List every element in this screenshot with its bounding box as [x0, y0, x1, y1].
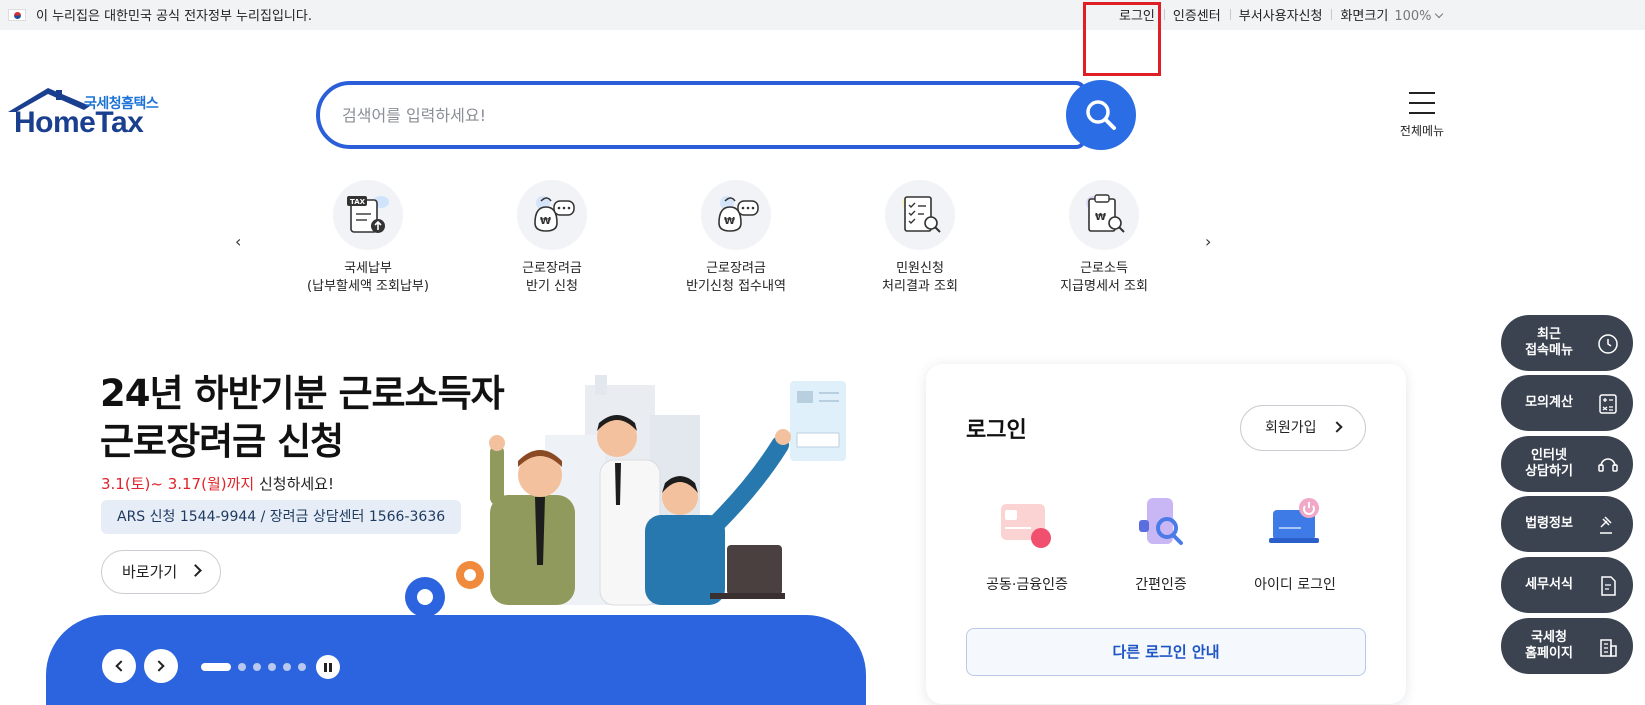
certificate-card-icon [1001, 504, 1051, 548]
pagination-dot-active[interactable] [201, 663, 231, 671]
side-label: 국세청 홈페이지 [1525, 630, 1573, 661]
side-label: 법령정보 [1525, 516, 1573, 531]
quick-item-incentive-apply[interactable]: ₩ 근로장려금 반기 신청 [467, 180, 637, 296]
search-box [316, 81, 1086, 149]
hero-pause-button[interactable] [316, 655, 340, 679]
chevron-right-icon [189, 564, 202, 577]
form-document-icon [1601, 576, 1616, 596]
quick-item-incentive-history[interactable]: ₩ 근로장려금 반기신청 접수내역 [651, 180, 821, 296]
korea-flag-icon [8, 8, 26, 21]
chat-headset-icon [1598, 458, 1618, 472]
search-icon [1086, 100, 1116, 130]
statement-search-icon: ₩ [1069, 180, 1139, 250]
svg-text:TAX: TAX [350, 198, 366, 206]
building-icon [1600, 639, 1617, 657]
document-search-icon [885, 180, 955, 250]
quick-label: 민원신청 처리결과 조회 [882, 261, 958, 294]
login-link[interactable]: 로그인 [1110, 5, 1164, 24]
chevron-left-icon [115, 660, 127, 672]
login-card: 로그인 회원가입 공동·금융인증 간편인증 아이디 로그인 다른 로그인 안내 [926, 364, 1406, 704]
pagination-dot[interactable] [253, 663, 261, 671]
chevron-right-icon [1331, 421, 1343, 433]
chevron-down-icon [1435, 9, 1444, 19]
go-button[interactable]: 바로가기 [101, 550, 221, 594]
side-label: 모의계산 [1525, 395, 1573, 410]
dept-user-link[interactable]: 부서사용자신청 [1229, 5, 1332, 24]
utility-nav: 로그인 인증센터 부서사용자신청 화면크기 100% [1110, 5, 1451, 24]
pagination-dot[interactable] [298, 663, 306, 671]
side-recent-menu[interactable]: 최근 접속메뉴 [1501, 315, 1633, 371]
side-law-info[interactable]: 법령정보 [1501, 496, 1633, 552]
join-button[interactable]: 회원가입 [1240, 405, 1366, 451]
gavel-icon [1600, 516, 1612, 534]
quick-label: 근로소득 지급명세서 조회 [1060, 261, 1148, 294]
quick-next-button[interactable]: › [1205, 232, 1211, 251]
svg-text:₩: ₩ [724, 216, 735, 227]
tax-payment-icon: TAX [333, 180, 403, 250]
all-menu-button[interactable]: 전체메뉴 [1392, 92, 1452, 139]
all-menu-label: 전체메뉴 [1399, 124, 1445, 138]
money-bag-chat-icon: ₩ [701, 180, 771, 250]
clock-icon [1598, 334, 1618, 354]
cert-login-button[interactable]: 공동·금융인증 [962, 494, 1092, 594]
side-label: 최근 접속메뉴 [1525, 327, 1573, 358]
cert-center-link[interactable]: 인증센터 [1163, 5, 1230, 24]
pause-icon [324, 662, 327, 672]
quick-label: 국세납부 (납부할세액 조회납부) [307, 261, 429, 294]
svg-text:₩: ₩ [540, 216, 551, 227]
chevron-right-icon [153, 660, 165, 672]
hometax-logo[interactable]: 국세청홈택스 HomeTax [6, 88, 166, 144]
quick-item-tax-payment[interactable]: TAX 국세납부 (납부할세액 조회납부) [283, 180, 453, 296]
search-button[interactable] [1066, 80, 1136, 150]
side-simulation[interactable]: 모의계산 [1501, 375, 1633, 431]
money-bag-chat-icon: ₩ [517, 180, 587, 250]
gov-notice[interactable]: 이 누리집은 대한민국 공식 전자정부 누리집입니다. [8, 5, 312, 24]
side-tax-forms[interactable]: 세무서식 [1501, 557, 1633, 613]
cert-login-label: 공동·금융인증 [986, 577, 1068, 593]
id-login-label: 아이디 로그인 [1254, 577, 1336, 593]
side-nts-homepage[interactable]: 국세청 홈페이지 [1501, 618, 1633, 674]
side-label: 세무서식 [1525, 577, 1573, 592]
gov-notice-text: 이 누리집은 대한민국 공식 전자정부 누리집입니다. [36, 9, 312, 24]
pagination-dot[interactable] [238, 663, 246, 671]
easy-login-button[interactable]: 간편인증 [1096, 494, 1226, 594]
hamburger-icon [1409, 92, 1435, 114]
logo-english: HomeTax [14, 106, 144, 139]
pagination-dot[interactable] [283, 663, 291, 671]
laptop-power-icon [1269, 498, 1319, 543]
quick-menu: ‹ TAX 국세납부 (납부할세액 조회납부) ₩ 근로장려금 반기 신청 ₩ … [235, 180, 1215, 300]
other-login-button[interactable]: 다른 로그인 안내 [966, 628, 1366, 676]
hero-pagination [201, 663, 313, 671]
calculator-icon [1599, 394, 1617, 414]
side-online-consult[interactable]: 인터넷 상담하기 [1501, 436, 1633, 492]
id-login-button[interactable]: 아이디 로그인 [1230, 494, 1360, 594]
phone-search-icon [1139, 498, 1183, 545]
side-label: 인터넷 상담하기 [1525, 448, 1573, 479]
quick-label: 근로장려금 반기신청 접수내역 [686, 261, 786, 294]
top-utility-bar: 이 누리집은 대한민국 공식 전자정부 누리집입니다. 로그인 인증센터 부서사… [0, 0, 1645, 30]
hero-next-button[interactable] [144, 649, 178, 683]
login-title: 로그인 [966, 418, 1027, 443]
quick-label: 근로장려금 반기 신청 [522, 261, 582, 294]
hero-date: 3.1(토)~ 3.17(월)까지 신청하세요! [101, 475, 334, 493]
svg-text:₩: ₩ [1095, 212, 1106, 223]
zoom-value: 100% [1394, 9, 1432, 24]
hero-illustration [405, 375, 846, 615]
easy-login-label: 간편인증 [1135, 577, 1187, 593]
quick-prev-button[interactable]: ‹ [235, 232, 241, 251]
pagination-dot[interactable] [268, 663, 276, 671]
screen-size-label: 화면크기 [1340, 9, 1389, 24]
quick-item-income-statement[interactable]: ₩ 근로소득 지급명세서 조회 [1019, 180, 1189, 296]
search-input[interactable] [342, 99, 1042, 131]
hero-prev-button[interactable] [102, 649, 136, 683]
quick-item-civil-result[interactable]: 민원신청 처리결과 조회 [835, 180, 1005, 296]
screen-size-control[interactable]: 화면크기 100% [1331, 5, 1451, 24]
